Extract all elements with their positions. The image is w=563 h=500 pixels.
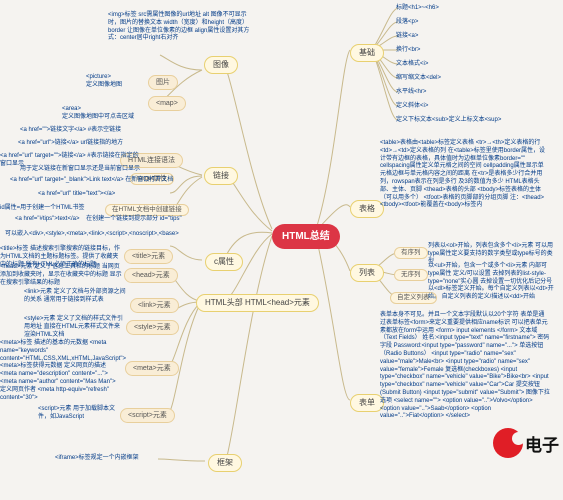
leaf-basic-4: 文本格式<i> <box>396 61 428 69</box>
sub-img-map[interactable]: <map> <box>148 96 186 111</box>
leaf-basic-6: 水平线<hr> <box>396 89 426 97</box>
leaf-link-a1: <a href="">链接文字</a> #表示空链接 <box>20 127 140 135</box>
sub-head-head[interactable]: <head>元素 <box>124 268 178 283</box>
leaf-basic-3: 换行<br> <box>396 47 420 55</box>
logo-text: 电子 <box>525 431 559 456</box>
sub-list-ol[interactable]: 有序列 <box>394 247 428 259</box>
leaf-head-script-desc: <script>元素 用于加载脚本文件，如JavaScript <box>38 406 118 422</box>
leaf-img-attrs: <img>标签 src需属性图像的url地址 alt 图像不可显示时，图片的替换… <box>108 12 258 43</box>
leaf-basic-1: 段落<p> <box>396 19 418 27</box>
mindmap-root[interactable]: HTML总结 <box>272 224 340 249</box>
sub-head-script[interactable]: <script>元素 <box>120 408 175 423</box>
leaf-img-pic-desc: <picture> 定义图像地图 <box>86 74 122 90</box>
sub-head-link[interactable]: <link>元素 <box>130 298 179 313</box>
cat-table[interactable]: 表格 <box>350 200 384 218</box>
sub-head-style[interactable]: <style>元素 <box>126 320 179 335</box>
leaf-basic-0: 标题<h1>~<h6> <box>396 5 439 13</box>
leaf-frame-iframe: <iframe>标签规定一个内嵌框架 <box>55 455 139 463</box>
leaf-list-dl-desc: 以<dl>标签定义开始。每个自定义列表以<dt>开始。 自定义列表的定义/描述以… <box>428 286 558 302</box>
cat-head[interactable]: HTML头部 HTML<head>元素 <box>196 294 319 312</box>
leaf-img-area: <area> 定义图像地图中可点击区域 <box>62 106 134 122</box>
root-label: HTML总结 <box>282 231 330 242</box>
leaf-basic-5: 缩写缩文本<del> <box>396 75 441 83</box>
leaf-basic-7: 定义斜体<i> <box>396 103 428 111</box>
leaf-link-inhtml2: id属性=用于创建一个HTML书签 <box>0 205 85 213</box>
leaf-link-a2: <a href="url">链接</a> url链接指的地方 <box>18 140 138 148</box>
leaf-link-tips: <a href="url" title="text"></a> <box>38 191 115 199</box>
sub-img-pic[interactable]: 图片 <box>148 75 178 90</box>
logo-c-icon <box>493 428 523 458</box>
watermark-logo: 电子 <box>493 428 559 458</box>
cat-image[interactable]: 图像 <box>204 56 238 74</box>
cat-cattr[interactable]: c属性 <box>205 253 243 271</box>
cat-form[interactable]: 表单 <box>350 394 384 412</box>
leaf-link-anchor: <a href="#tips">text</a> 在创建一个链接到提示部分 id… <box>15 216 182 224</box>
leaf-basic-2: 链接<a> <box>396 33 418 41</box>
sub-head-title[interactable]: <title>元素 <box>124 249 173 264</box>
leaf-form-all: 表单本身不可见。并且一个文本字段默认以20个字符 表单是通过表单标签<form>… <box>380 312 550 421</box>
sub-head-meta[interactable]: <meta>元素 <box>125 361 179 376</box>
cat-link[interactable]: 链接 <box>204 167 238 185</box>
leaf-basic-8: 定义下标文本<sub>定义上标文本<sup> <box>396 117 501 125</box>
sub-list-ul[interactable]: 无序列 <box>394 269 428 281</box>
cat-list[interactable]: 列表 <box>350 264 384 282</box>
sub-link-inhtml1[interactable]: 在HTML文档中创建链接 <box>105 204 189 216</box>
leaf-link-blank: <a href="url" target="_blank">Link text<… <box>10 177 173 185</box>
leaf-head-head-desc: <head>元素 定义了信息工具栏的标题 当网页添加到收藏夹时，显示在收藏夹中的… <box>0 264 122 287</box>
leaf-list-ul-desc: 以<ul>开始，包含一个或多个<li>元素 内部可type属性 定义/可以设置 … <box>428 263 556 286</box>
leaf-head-link-desc: <link>元素 定义了文档与外部资源之间的关系 通常用于链接到样式表 <box>24 289 126 305</box>
cat-frame[interactable]: 框架 <box>208 454 242 472</box>
leaf-head-meta-desc: <meta>标签 描述的基本的元数据 <meta name="keywords"… <box>0 340 122 402</box>
leaf-cattr-insert: 可以嵌入<div>,<style>,<meta>,<link>,<script>… <box>5 231 179 239</box>
cat-basic[interactable]: 基础 <box>350 44 384 62</box>
leaf-link-target-desc: 用于定义链接在新窗口显示还是当前窗口显示 <box>20 166 140 174</box>
leaf-head-style-desc: <style>元素 定义了文档的样式文件引用地址 直接在HTML元素样式文件来渲… <box>24 316 124 339</box>
leaf-table-all: <table>表格由<table>标签定义表格 <tr>→<th>定义表格的行 … <box>380 140 548 210</box>
